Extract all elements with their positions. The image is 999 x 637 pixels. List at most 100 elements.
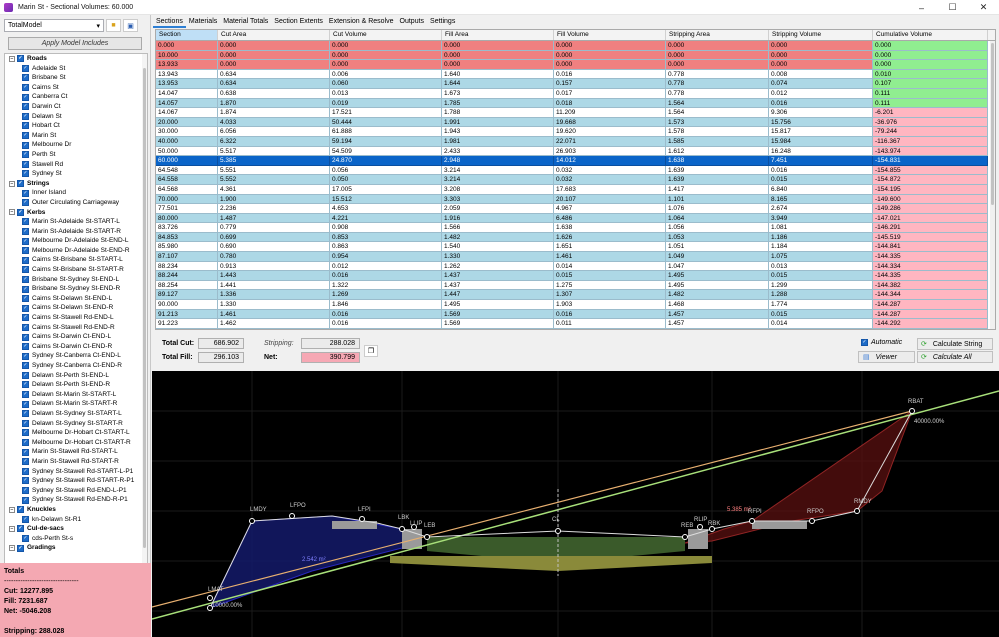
include-checkbox[interactable]: ✓ <box>22 93 29 101</box>
table-cell[interactable]: 1.457 <box>666 309 769 320</box>
tree-item[interactable]: ✓ Sydney St-Stawell Rd-START-R-P1 <box>5 476 147 486</box>
table-cell[interactable]: 17.005 <box>330 184 442 195</box>
table-cell[interactable]: 2.236 <box>218 204 330 214</box>
table-cell[interactable]: 20.000 <box>156 117 218 128</box>
include-checkbox[interactable]: ✓ <box>22 448 29 456</box>
tree-item[interactable]: ✓ Cairns St-Darwin Ct-END-R <box>5 342 147 352</box>
include-checkbox[interactable]: ✓ <box>22 189 29 197</box>
table-cell[interactable]: 1.081 <box>769 223 873 233</box>
table-cell[interactable]: 2.674 <box>769 204 873 214</box>
tree-item[interactable]: ✓ Brisbane St <box>5 73 147 83</box>
include-checkbox[interactable]: ✓ <box>22 323 29 331</box>
include-checkbox[interactable]: ✓ <box>22 391 29 399</box>
tab-extension-resolve[interactable]: Extension & Resolve <box>326 15 397 28</box>
table-cell[interactable]: 0.908 <box>330 223 442 233</box>
table-cell[interactable]: -79.244 <box>873 127 988 137</box>
table-cell[interactable]: 87.107 <box>156 252 218 262</box>
table-cell[interactable]: 6.056 <box>218 127 330 137</box>
table-cell[interactable]: 20.107 <box>554 194 666 205</box>
table-cell[interactable]: 1.186 <box>769 232 873 243</box>
include-checkbox[interactable]: ✓ <box>22 218 29 226</box>
include-checkbox[interactable]: ✓ <box>22 285 29 293</box>
table-cell[interactable]: 0.019 <box>330 98 442 109</box>
tree-group-item[interactable]: − ✓ Roads <box>5 54 147 64</box>
table-cell[interactable]: 0.016 <box>554 69 666 80</box>
include-checkbox[interactable]: ✓ <box>22 487 29 495</box>
tree-item[interactable]: ✓ Cairns St-Stawell Rd-END-L <box>5 313 147 323</box>
open-folder-button[interactable]: ■ <box>106 19 121 32</box>
table-cell[interactable]: 1.461 <box>554 252 666 262</box>
table-cell[interactable]: 0.778 <box>666 88 769 99</box>
tree-group-item[interactable]: − ✓ Kerbs <box>5 208 147 218</box>
table-cell[interactable]: 15.984 <box>769 136 873 147</box>
table-cell[interactable]: -154.195 <box>873 184 988 195</box>
table-cell[interactable]: 0.032 <box>554 165 666 176</box>
column-header[interactable]: Stripping Area <box>666 30 769 40</box>
tree-item[interactable]: ✓ Hobart Ct <box>5 121 147 131</box>
table-cell[interactable]: 54.509 <box>330 146 442 157</box>
automatic-checkbox[interactable]: ✓ <box>861 339 868 346</box>
table-cell[interactable]: 5.385 <box>218 156 330 166</box>
table-cell[interactable]: 0.016 <box>330 319 442 329</box>
table-row[interactable]: 80.000 1.487 4.221 1.916 6.486 1.064 3.949 -147… <box>156 213 995 224</box>
expander-icon[interactable]: − <box>9 545 15 552</box>
include-checkbox[interactable]: ✓ <box>22 352 29 360</box>
table-row[interactable]: 90.000 1.330 1.846 1.495 1.903 1.468 1.774 -144… <box>156 300 995 310</box>
expander-icon[interactable]: − <box>9 506 15 513</box>
table-cell[interactable]: 7.451 <box>769 156 873 166</box>
table-cell[interactable]: 5.517 <box>218 146 330 157</box>
table-cell[interactable]: 0.157 <box>554 79 666 89</box>
include-checkbox[interactable]: ✓ <box>22 199 29 207</box>
table-cell[interactable]: 1.578 <box>666 127 769 137</box>
table-cell[interactable]: 1.047 <box>666 261 769 272</box>
table-cell[interactable]: 1.774 <box>769 300 873 310</box>
table-cell[interactable]: 1.468 <box>666 300 769 310</box>
table-cell[interactable]: 0.018 <box>554 98 666 109</box>
table-cell[interactable]: -154.872 <box>873 175 988 185</box>
viewer-button[interactable]: ▤ Viewer <box>858 351 915 363</box>
table-cell[interactable]: 1.482 <box>666 290 769 301</box>
table-cell[interactable]: 3.303 <box>442 194 554 205</box>
expander-icon[interactable]: − <box>9 180 15 187</box>
table-row[interactable]: 70.000 1.900 15.512 3.303 20.107 1.101 8.165 -1… <box>156 194 995 205</box>
include-checkbox[interactable]: ✓ <box>22 247 29 255</box>
table-cell[interactable]: 50.000 <box>156 146 218 157</box>
column-header[interactable]: Cut Area <box>218 30 330 40</box>
table-cell[interactable]: 6.840 <box>769 184 873 195</box>
tree-item[interactable]: ✓ Sydney St <box>5 169 147 179</box>
table-cell[interactable]: 0.000 <box>554 60 666 70</box>
include-checkbox[interactable]: ✓ <box>17 544 24 552</box>
table-row[interactable]: 88.234 0.913 0.012 1.262 0.014 1.047 0.013 -144… <box>156 261 995 272</box>
table-cell[interactable]: 1.275 <box>554 280 666 291</box>
table-cell[interactable]: 1.437 <box>442 280 554 291</box>
include-checkbox[interactable]: ✓ <box>22 458 29 466</box>
table-row[interactable]: 50.000 5.517 54.509 2.433 26.903 1.612 16.248-… <box>156 146 995 157</box>
column-header[interactable]: Fill Area <box>442 30 554 40</box>
table-cell[interactable]: 1.874 <box>218 108 330 118</box>
table-cell[interactable]: 0.000 <box>769 50 873 61</box>
table-cell[interactable]: 64.558 <box>156 175 218 185</box>
table-cell[interactable]: 1.981 <box>442 136 554 147</box>
tree-item[interactable]: ✓ Delawn St-Perth St-END-L <box>5 371 147 381</box>
table-cell[interactable]: 64.568 <box>156 184 218 195</box>
table-cell[interactable]: 0.008 <box>769 69 873 80</box>
minimize-button[interactable]: – <box>906 0 937 15</box>
table-cell[interactable]: 2.059 <box>442 204 554 214</box>
table-cell[interactable]: 19.620 <box>554 127 666 137</box>
tree-item[interactable]: ✓ Cairns St-Brisbane St-START-R <box>5 265 147 275</box>
table-cell[interactable]: 1.441 <box>218 280 330 291</box>
table-cell[interactable]: 0.000 <box>156 41 218 51</box>
table-cell[interactable]: 40.000 <box>156 136 218 147</box>
include-checkbox[interactable]: ✓ <box>22 74 29 82</box>
table-cell[interactable]: 1.051 <box>666 242 769 253</box>
table-cell[interactable]: 1.336 <box>218 290 330 301</box>
include-checkbox[interactable]: ✓ <box>22 64 29 72</box>
table-cell[interactable]: 1.673 <box>442 88 554 99</box>
table-cell[interactable]: 1.626 <box>554 232 666 243</box>
table-cell[interactable]: 0.015 <box>554 271 666 281</box>
table-row[interactable]: 20.000 4.033 50.444 1.991 19.668 1.573 15.756-… <box>156 117 995 128</box>
table-cell[interactable]: 0.000 <box>218 41 330 51</box>
table-cell[interactable]: 0.913 <box>218 261 330 272</box>
include-checkbox[interactable]: ✓ <box>22 227 29 235</box>
table-cell[interactable]: -144.287 <box>873 300 988 310</box>
